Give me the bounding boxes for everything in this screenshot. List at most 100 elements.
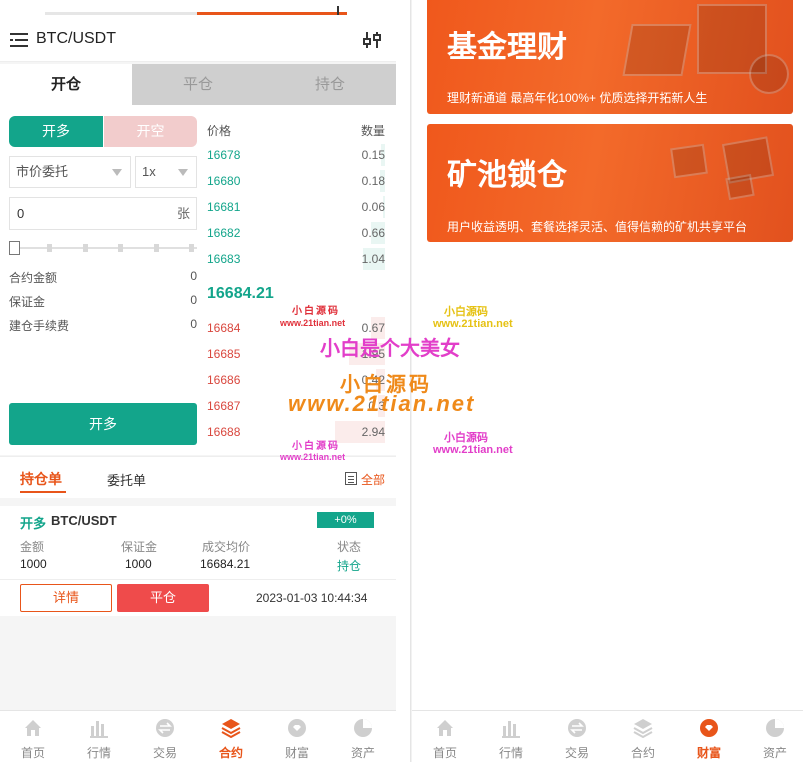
slider-stop[interactable] bbox=[83, 244, 88, 252]
nav-assets[interactable]: 资产 bbox=[742, 711, 803, 762]
slider-stop[interactable] bbox=[118, 244, 123, 252]
book-row-buy[interactable]: 16681 0.06 bbox=[205, 194, 396, 220]
field-label: 状态 bbox=[337, 540, 362, 554]
slider-stop[interactable] bbox=[189, 244, 194, 252]
field-label: 金额 bbox=[20, 540, 45, 554]
quantity-input[interactable]: 0 张 bbox=[9, 197, 197, 230]
nav-wealth[interactable]: 财富 bbox=[676, 711, 742, 762]
tab-positions[interactable]: 持仓单 bbox=[20, 469, 62, 489]
fund-banner[interactable]: 基金理财 理财新通道 最高年化100%+ 优质选择开拓新人生 bbox=[427, 0, 793, 114]
chevron-down-icon bbox=[112, 169, 122, 176]
order-type-value: 市价委托 bbox=[16, 164, 69, 179]
info-value: 0 bbox=[190, 293, 197, 307]
order-form: 开多 开空 市价委托 1x 0 张 合约金额 0 保证金 0 建仓手续费 0 开… bbox=[0, 105, 205, 455]
nav-market[interactable]: 行情 bbox=[66, 711, 132, 762]
pie-chart-icon bbox=[354, 719, 372, 737]
leverage-value: 1x bbox=[142, 164, 156, 179]
book-row-buy[interactable]: 16682 0.66 bbox=[205, 220, 396, 246]
nav-contract[interactable]: 合约 bbox=[198, 711, 264, 762]
pair-title[interactable]: BTC/USDT bbox=[36, 30, 116, 48]
active-tab-underline bbox=[20, 491, 66, 493]
nav-home[interactable]: 首页 bbox=[0, 711, 66, 762]
trade-tabs: 开仓 平仓 持仓 bbox=[0, 64, 396, 105]
mining-banner[interactable]: 矿池锁仓 用户收益透明、套餐选择灵活、值得信赖的矿机共享平台 bbox=[427, 124, 793, 242]
qty-header: 数量 bbox=[360, 124, 385, 138]
pane-divider bbox=[396, 0, 411, 762]
banner-title: 基金理财 bbox=[447, 31, 567, 64]
tab-close[interactable]: 平仓 bbox=[132, 64, 264, 105]
contract-header: BTC/USDT bbox=[0, 18, 396, 62]
progress-tick bbox=[337, 6, 339, 15]
order-type-select[interactable]: 市价委托 bbox=[9, 156, 131, 188]
submit-long-button[interactable]: 开多 bbox=[9, 403, 197, 445]
amount-value: 1000 bbox=[20, 557, 47, 571]
book-row-buy[interactable]: 16683 1.04 bbox=[205, 246, 396, 272]
bar-chart-icon bbox=[502, 721, 520, 738]
info-value: 0 bbox=[190, 269, 197, 283]
pie-chart-icon bbox=[766, 719, 784, 737]
margin-row: 保证金 0 bbox=[9, 293, 197, 310]
exchange-icon bbox=[568, 719, 586, 737]
tab-holdings[interactable]: 持仓 bbox=[264, 64, 396, 105]
banner-subtitle: 用户收益透明、套餐选择灵活、值得信赖的矿机共享平台 bbox=[447, 220, 748, 234]
progress-fill bbox=[197, 12, 347, 15]
layers-icon bbox=[633, 719, 653, 738]
chevron-down-icon bbox=[178, 169, 188, 176]
document-icon[interactable] bbox=[345, 472, 357, 485]
leverage-select[interactable]: 1x bbox=[135, 156, 197, 188]
slider-handle[interactable] bbox=[9, 241, 20, 255]
book-row-sell[interactable]: 16686 0.42 bbox=[205, 367, 396, 393]
nav-assets[interactable]: 资产 bbox=[330, 711, 396, 762]
book-row-sell[interactable]: 16687 0.3 bbox=[205, 393, 396, 419]
info-label: 建仓手续费 bbox=[9, 319, 70, 333]
nav-contract[interactable]: 合约 bbox=[610, 711, 676, 762]
field-label: 保证金 bbox=[121, 540, 158, 554]
wealth-page: 基金理财 理财新通道 最高年化100%+ 优质选择开拓新人生 矿池锁仓 用户收益… bbox=[412, 0, 803, 762]
book-row-sell[interactable]: 16685 1.95 bbox=[205, 341, 396, 367]
divider bbox=[0, 579, 396, 580]
position-time: 2023-01-03 10:44:34 bbox=[256, 591, 368, 605]
home-icon bbox=[437, 720, 453, 736]
margin-value: 1000 bbox=[125, 557, 152, 571]
book-row-buy[interactable]: 16680 0.18 bbox=[205, 168, 396, 194]
long-button[interactable]: 开多 bbox=[9, 116, 103, 147]
tab-open[interactable]: 开仓 bbox=[0, 64, 132, 105]
banner-title: 矿池锁仓 bbox=[447, 159, 567, 192]
top-progress-strip bbox=[0, 0, 396, 18]
close-position-button[interactable]: 平仓 bbox=[117, 584, 209, 612]
short-button[interactable]: 开空 bbox=[104, 116, 197, 147]
position-card: 开多 BTC/USDT +0% 金额 保证金 成交均价 状态 1000 1000… bbox=[0, 506, 396, 616]
wealth-icon bbox=[288, 719, 306, 737]
bottom-nav: 首页 行情 交易 合约 财富 资产 bbox=[412, 710, 803, 762]
nav-home[interactable]: 首页 bbox=[412, 711, 478, 762]
home-icon bbox=[25, 720, 41, 736]
nav-trade[interactable]: 交易 bbox=[132, 711, 198, 762]
book-row-sell[interactable]: 16688 2.94 bbox=[205, 419, 396, 445]
all-orders-link[interactable]: 全部 bbox=[361, 471, 385, 488]
detail-button[interactable]: 详情 bbox=[20, 584, 112, 612]
price-header: 价格 bbox=[207, 124, 232, 138]
book-row-sell[interactable]: 16684 0.67 bbox=[205, 315, 396, 341]
info-label: 合约金额 bbox=[9, 271, 58, 285]
nav-market[interactable]: 行情 bbox=[478, 711, 544, 762]
settings-sliders-icon[interactable] bbox=[362, 30, 382, 50]
book-row-buy[interactable]: 16678 0.15 bbox=[205, 142, 396, 168]
slider-stop[interactable] bbox=[47, 244, 52, 252]
status-value: 持仓 bbox=[337, 559, 362, 573]
menu-icon[interactable] bbox=[10, 32, 28, 48]
contract-page: BTC/USDT 开仓 平仓 持仓 开多 开空 市价委托 1x 0 张 合约金额… bbox=[0, 0, 396, 762]
quantity-value: 0 bbox=[17, 206, 25, 221]
quantity-slider[interactable] bbox=[9, 241, 197, 255]
layers-icon bbox=[221, 719, 241, 738]
open-fee-row: 建仓手续费 0 bbox=[9, 317, 197, 334]
position-side: 开多 bbox=[20, 516, 47, 531]
slider-stop[interactable] bbox=[154, 244, 159, 252]
nav-trade[interactable]: 交易 bbox=[544, 711, 610, 762]
tab-orders[interactable]: 委托单 bbox=[107, 470, 146, 489]
bottom-nav: 首页 行情 交易 合约 财富 资产 bbox=[0, 710, 396, 762]
info-value: 0 bbox=[190, 317, 197, 331]
info-label: 保证金 bbox=[9, 295, 46, 309]
quantity-unit: 张 bbox=[176, 206, 190, 221]
contract-amount-row: 合约金额 0 bbox=[9, 269, 197, 286]
nav-wealth[interactable]: 财富 bbox=[264, 711, 330, 762]
